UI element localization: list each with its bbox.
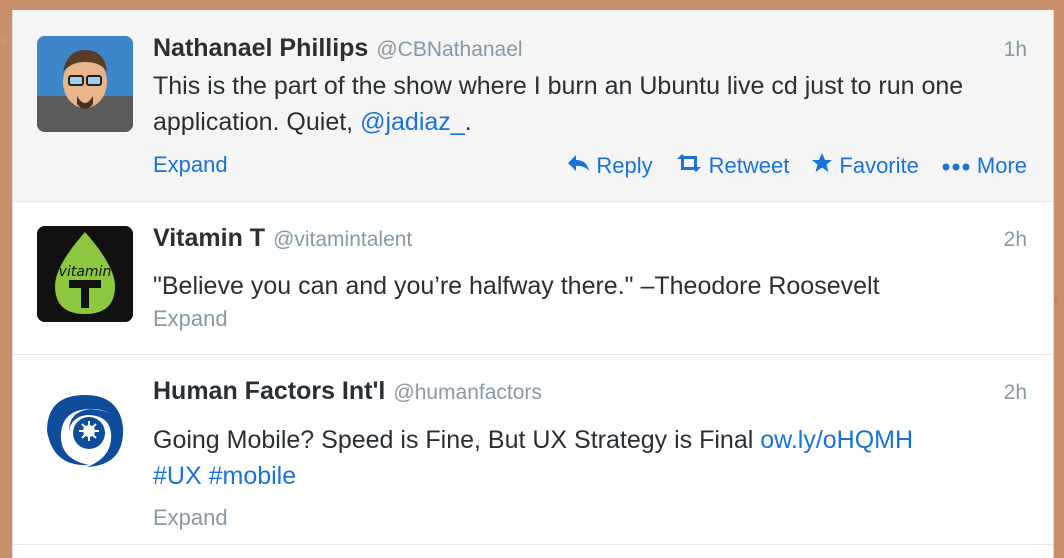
more-dots-icon bbox=[941, 155, 971, 178]
logo-text: vitamin bbox=[59, 264, 112, 280]
tweet-text-end: . bbox=[464, 108, 472, 136]
hashtag-link[interactable]: #mobile bbox=[209, 462, 297, 490]
favorite-label: Favorite bbox=[839, 153, 919, 178]
avatar[interactable] bbox=[37, 381, 133, 477]
tweet-text: Going Mobile? Speed is Fine, But UX Stra… bbox=[153, 422, 1033, 494]
avatar-portrait-icon bbox=[37, 36, 133, 132]
expand-link[interactable]: Expand bbox=[153, 306, 228, 332]
tweet-author[interactable]: Human Factors Int'l @humanfactors bbox=[153, 377, 542, 406]
expand-link[interactable]: Expand bbox=[153, 505, 228, 531]
url-link[interactable]: ow.ly/oHQMH bbox=[760, 426, 913, 454]
reply-label: Reply bbox=[596, 153, 653, 178]
reply-button[interactable]: Reply bbox=[566, 152, 653, 180]
tweet-stream: Nathanael Phillips @CBNathanael 1h This i… bbox=[12, 10, 1054, 558]
human-factors-logo-icon bbox=[37, 381, 133, 477]
tweet-actions: Reply Retweet Favorite More bbox=[566, 152, 1027, 180]
tweet-text: This is the part of the show where I bur… bbox=[153, 68, 1033, 140]
tweet-text-body: Going Mobile? Speed is Fine, But UX Stra… bbox=[153, 426, 761, 454]
hashtag-link[interactable]: #UX bbox=[153, 462, 202, 490]
tweet-author[interactable]: Nathanael Phillips @CBNathanael bbox=[153, 34, 523, 63]
author-handle[interactable]: @CBNathanael bbox=[376, 38, 522, 61]
expand-link[interactable]: Expand bbox=[153, 152, 228, 178]
more-button[interactable]: More bbox=[941, 152, 1027, 180]
tweet-text-body: This is the part of the show where I bur… bbox=[153, 72, 964, 136]
avatar[interactable]: vitamin bbox=[37, 226, 133, 322]
retweet-button[interactable]: Retweet bbox=[675, 152, 790, 180]
favorite-button[interactable]: Favorite bbox=[811, 152, 919, 180]
reply-icon bbox=[566, 153, 590, 179]
more-label: More bbox=[976, 153, 1027, 178]
tweet-item[interactable]: vitamin Vitamin T @vitamintalent 2h "Beli… bbox=[13, 202, 1053, 355]
author-name[interactable]: Vitamin T bbox=[153, 224, 265, 252]
star-icon bbox=[811, 152, 833, 180]
retweet-icon bbox=[675, 153, 703, 179]
tweet-text: "Believe you can and you’re halfway ther… bbox=[153, 272, 880, 300]
mention-link[interactable]: @jadiaz_ bbox=[360, 108, 465, 136]
tweet-timestamp[interactable]: 2h bbox=[1004, 381, 1027, 405]
author-handle[interactable]: @humanfactors bbox=[393, 381, 542, 404]
vitamin-t-logo-icon: vitamin bbox=[37, 226, 133, 322]
tweet-timestamp[interactable]: 2h bbox=[1004, 228, 1027, 252]
author-handle[interactable]: @vitamintalent bbox=[273, 228, 412, 251]
tweet-timestamp[interactable]: 1h bbox=[1004, 38, 1027, 62]
author-name[interactable]: Nathanael Phillips bbox=[153, 34, 368, 62]
tweet-author[interactable]: Vitamin T @vitamintalent bbox=[153, 224, 412, 253]
tweet-item[interactable]: Human Factors Int'l @humanfactors 2h Goin… bbox=[13, 355, 1053, 545]
tweet-item[interactable]: Nathanael Phillips @CBNathanael 1h This i… bbox=[13, 10, 1053, 202]
author-name[interactable]: Human Factors Int'l bbox=[153, 377, 385, 405]
retweet-label: Retweet bbox=[708, 153, 790, 178]
avatar[interactable] bbox=[37, 36, 133, 132]
